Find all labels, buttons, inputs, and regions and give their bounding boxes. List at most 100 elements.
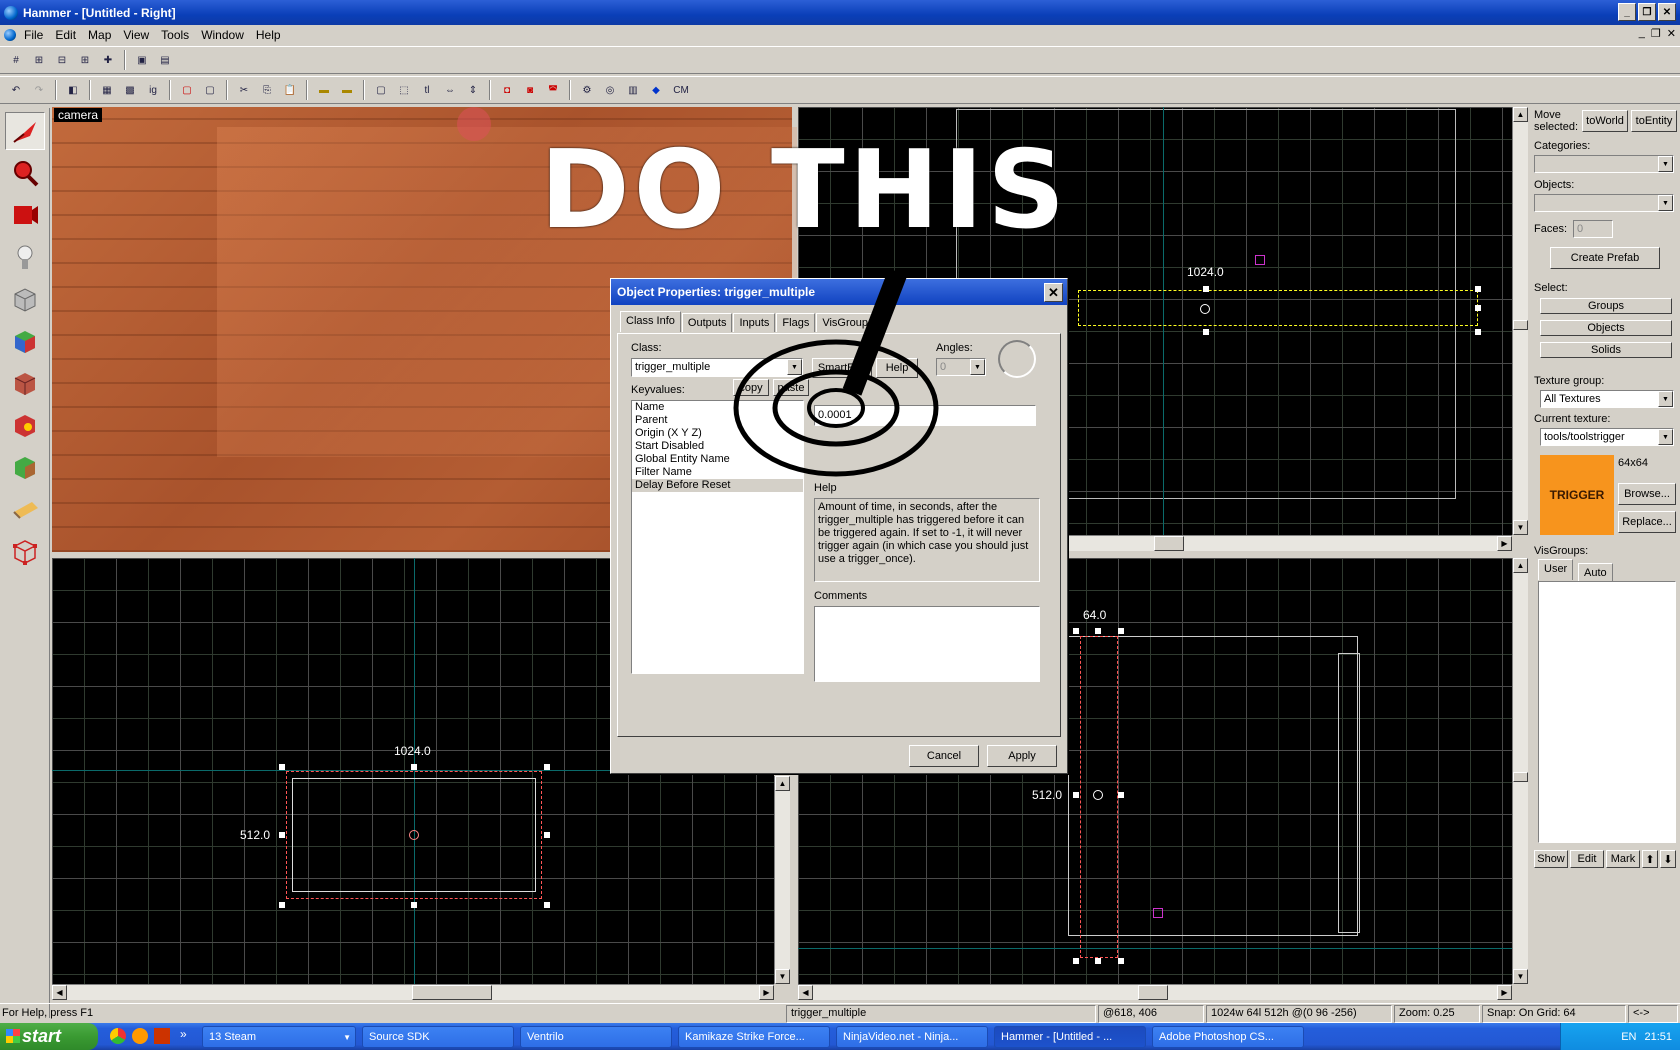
select-icon[interactable]: ⬚ [394,80,414,100]
resize-handle[interactable] [1118,792,1124,798]
cubemap-icon[interactable]: ◆ [646,80,666,100]
block-tool[interactable] [5,280,45,318]
replace-button[interactable]: Replace... [1618,511,1676,533]
menu-help[interactable]: Help [250,28,287,42]
overlay-tool[interactable] [5,448,45,486]
show-models-icon[interactable]: ◙ [520,80,540,100]
texture-lock-icon[interactable]: ▬ [314,80,334,100]
selection-tool[interactable] [5,112,45,150]
scroll-down-arrow-icon[interactable]: ▼ [1513,969,1528,984]
scroll-up-arrow-icon[interactable]: ▲ [775,776,790,791]
visgroup-mark-button[interactable]: Mark [1606,850,1640,868]
cordon-toggle-icon[interactable]: ▢ [200,80,220,100]
visgroup-icon[interactable]: ▩ [120,80,140,100]
resize-handle[interactable] [544,764,550,770]
resize-handle[interactable] [1118,628,1124,634]
quicklaunch-icon[interactable] [154,1028,170,1044]
resize-handle[interactable] [411,902,417,908]
close-button[interactable]: ✕ [1658,3,1676,21]
scroll-right-arrow-icon[interactable]: ▶ [1497,536,1512,551]
run-map-icon[interactable]: ⚙ [577,80,597,100]
grid-snap-icon[interactable]: ✚ [98,50,118,70]
resize-handle[interactable] [1203,329,1209,335]
minimize-button[interactable]: _ [1618,3,1636,21]
texture-preview[interactable]: TRIGGER [1540,455,1614,535]
clipping-tool[interactable] [5,490,45,528]
camera-tool[interactable] [5,196,45,234]
resize-handle[interactable] [279,902,285,908]
apply-texture-tool[interactable] [5,364,45,402]
select-objects-button[interactable]: Objects [1540,320,1672,336]
create-prefab-button[interactable]: Create Prefab [1550,247,1660,269]
current-texture-select[interactable]: tools/toolstrigger ▼ [1540,428,1674,446]
resize-handle[interactable] [1475,286,1481,292]
cordon-icon[interactable]: ▢ [177,80,197,100]
hide-icon[interactable]: ▦ [97,80,117,100]
resize-handle[interactable] [1475,329,1481,335]
scroll-thumb[interactable] [1513,772,1528,782]
resize-handle[interactable] [1203,286,1209,292]
tab-class-info[interactable]: Class Info [620,311,681,332]
scroll-down-arrow-icon[interactable]: ▼ [1513,520,1528,535]
side-view-vscroll[interactable]: ▲ ▼ [1512,558,1528,984]
scroll-thumb[interactable] [1138,985,1168,1000]
resize-handle[interactable] [1095,628,1101,634]
resize-handle[interactable] [1118,958,1124,964]
menu-view[interactable]: View [117,28,155,42]
tab-auto[interactable]: Auto [1578,563,1613,582]
top-view-hscroll[interactable]: ▶ [1068,535,1512,551]
front-view-hscroll[interactable]: ◀ ▶ [52,984,774,1000]
scroll-thumb[interactable] [1513,320,1528,330]
trigger-brush-wireframe[interactable] [1078,290,1478,326]
scroll-thumb[interactable] [412,985,492,1000]
resize-handle[interactable] [1073,792,1079,798]
resize-handle[interactable] [411,764,417,770]
visgroup-edit-button[interactable]: Edit [1570,850,1604,868]
resize-handle[interactable] [544,902,550,908]
magnify-tool[interactable] [5,154,45,192]
cut-icon[interactable]: ✂ [234,80,254,100]
flip-vertical-icon[interactable]: ⇕ [463,80,483,100]
scroll-right-arrow-icon[interactable]: ▶ [759,985,774,1000]
move-down-arrow-icon[interactable]: ⬇ [1660,850,1676,868]
visgroups-list[interactable] [1538,581,1676,843]
task-ventrilo[interactable]: Ventrilo [520,1026,672,1048]
menu-file[interactable]: File [18,28,49,42]
task-browser-kamikaze[interactable]: Kamikaze Strike Force... [678,1026,830,1048]
grid-toggle-icon[interactable]: # [6,50,26,70]
entity-report-icon[interactable]: ◎ [600,80,620,100]
copy-icon[interactable]: ⎘ [257,80,277,100]
resize-handle[interactable] [1073,958,1079,964]
task-hammer[interactable]: Hammer - [Untitled - ... [994,1026,1146,1048]
top-view-vscroll[interactable]: ▲ ▼ [1512,107,1528,535]
angles-dial[interactable] [998,340,1036,378]
quicklaunch-expand-icon[interactable]: » [180,1027,187,1041]
decal-tool[interactable] [5,406,45,444]
menu-map[interactable]: Map [82,28,117,42]
front-view-vscroll[interactable]: ▲ ▼ [774,776,790,984]
scroll-up-arrow-icon[interactable]: ▲ [1513,558,1528,573]
chrome-icon[interactable] [110,1028,126,1044]
mdi-minimize-button[interactable]: _ [1639,27,1645,40]
maximize-button[interactable]: ❐ [1638,3,1656,21]
title-bar[interactable]: Hammer - [Untitled - Right] _ ❐ ✕ [0,0,1680,25]
menu-edit[interactable]: Edit [49,28,82,42]
paste-icon[interactable]: 📋 [280,80,300,100]
task-photoshop[interactable]: Adobe Photoshop CS... [1152,1026,1304,1048]
texture-scale-lock-icon[interactable]: ▬ [337,80,357,100]
firefox-icon[interactable] [132,1028,148,1044]
visgroup-show-button[interactable]: Show [1534,850,1568,868]
tab-user[interactable]: User [1538,559,1574,580]
entity-tool[interactable] [5,238,45,276]
texture-application-button[interactable]: tl [417,80,437,100]
mdi-restore-button[interactable]: ❐ [1651,27,1661,40]
task-source-sdk[interactable]: Source SDK [362,1026,514,1048]
show-connections-icon[interactable]: ◚ [543,80,563,100]
resize-handle[interactable] [279,764,285,770]
texture-application-tool[interactable] [5,322,45,360]
comments-textarea[interactable] [814,606,1040,682]
language-indicator[interactable]: EN [1621,1031,1636,1043]
selection-box-icon[interactable]: ▢ [371,80,391,100]
scroll-down-arrow-icon[interactable]: ▼ [775,969,790,984]
build-cubemaps-button[interactable]: CM [669,80,693,100]
